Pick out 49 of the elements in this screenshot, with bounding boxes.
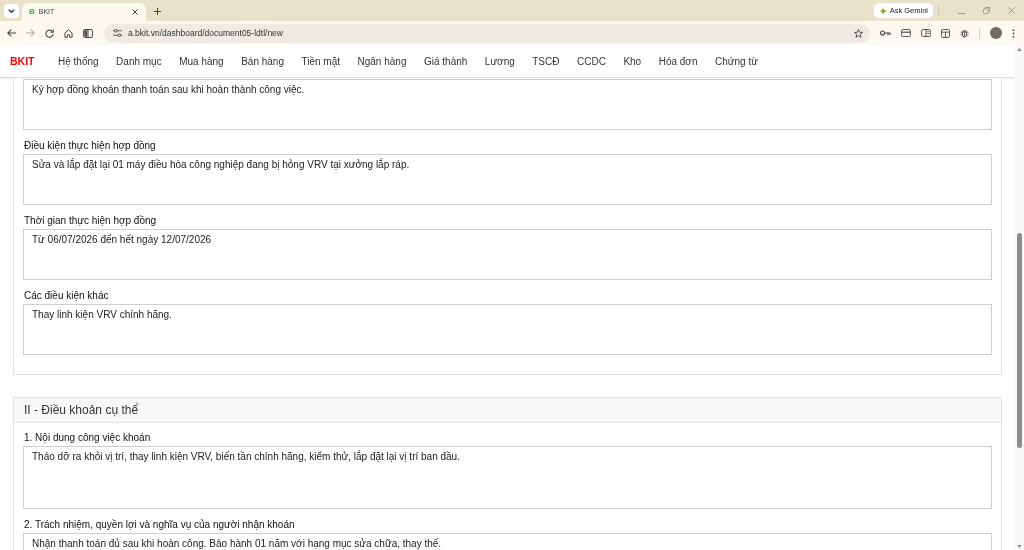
layout-icon[interactable] [941,28,950,38]
card-icon[interactable] [901,29,911,37]
scroll-down-icon[interactable] [1016,545,1022,548]
field-label: Điều kiện thực hiện hợp đồng [23,139,157,153]
reload-icon[interactable] [45,28,54,38]
text-area[interactable]: Ký hợp đồng khoán thanh toán sau khi hoàn thành công việc. [23,79,992,130]
tune-icon[interactable] [113,29,122,37]
menu-item[interactable]: Ngân hàng [357,55,407,67]
back-arrow-icon[interactable] [7,29,16,37]
key-icon[interactable] [880,30,891,36]
menu-item[interactable]: Hệ thống [58,55,99,67]
home-icon[interactable] [64,28,73,38]
split-view-icon[interactable] [83,28,93,38]
tab-search-button[interactable] [4,4,19,18]
more-icon[interactable] [1012,28,1015,38]
reading-mode-icon[interactable] [921,29,931,37]
field-label: 2. Trách nhiệm, quyền lợi và nghĩa vụ của người nhận khoán [23,518,296,532]
text-area[interactable]: Sửa và lắp đặt lại 01 máy điều hòa công nghiệp đang bị hỏng VRV tại xưởng lắp ráp. [23,154,992,205]
chevron-down-icon [8,9,15,13]
field-label: Thời gian thực hiện hợp đồng [23,214,158,228]
menu-item[interactable]: Mua hàng [179,55,224,67]
scrollbar-thumb[interactable] [1016,233,1022,448]
menu-item[interactable]: Hóa đơn [658,55,698,67]
section-header: II - Điều khoản cụ thể [14,398,1001,423]
menu-item[interactable]: CCDC [577,55,606,67]
scroll-up-icon[interactable] [1016,48,1022,51]
menu-item[interactable]: Bán hàng [241,55,284,67]
close-icon[interactable] [132,9,138,15]
text-area[interactable]: Tháo dỡ ra khỏi vị trí, thay linh kiện VRV, biến tần chính hãng, kiểm thử, lắp đặt lại vị trí ban đầu. [23,446,992,509]
address-bar[interactable]: a.bkit.vn/dashboard/document05-ldtl/new [104,23,870,43]
field-label: Các điều kiện khác [23,289,110,303]
text-area[interactable]: Nhận thanh toán đủ sau khi hoàn công. Bảo hành 01 năm với hạng mục sửa chữa, thay thế. [23,533,992,550]
text-area[interactable]: Từ 06/07/2026 đến hết ngày 12/07/2026 [23,229,992,280]
plus-icon[interactable] [154,8,161,15]
menu-item[interactable]: Danh mục [116,55,162,67]
menu-item[interactable]: Chứng từ [715,55,758,67]
text-area[interactable]: Thay linh kiện VRV chính hãng. [23,304,992,355]
sparkle-icon [878,6,887,15]
brand-logo[interactable]: BKIT [10,55,35,67]
menu-item[interactable]: Kho [623,55,642,67]
bug-icon[interactable] [960,28,969,38]
avatar[interactable] [990,27,1002,39]
menu-item[interactable]: TSCĐ [532,55,560,67]
menu-item[interactable]: Giá thành [423,55,468,67]
field-label: 1. Nội dung công việc khoán [23,431,152,445]
favicon: B [29,7,35,17]
star-icon[interactable] [854,28,863,38]
menu-item[interactable]: Tiền mặt [301,55,340,67]
menu-item[interactable]: Lương [484,55,515,67]
